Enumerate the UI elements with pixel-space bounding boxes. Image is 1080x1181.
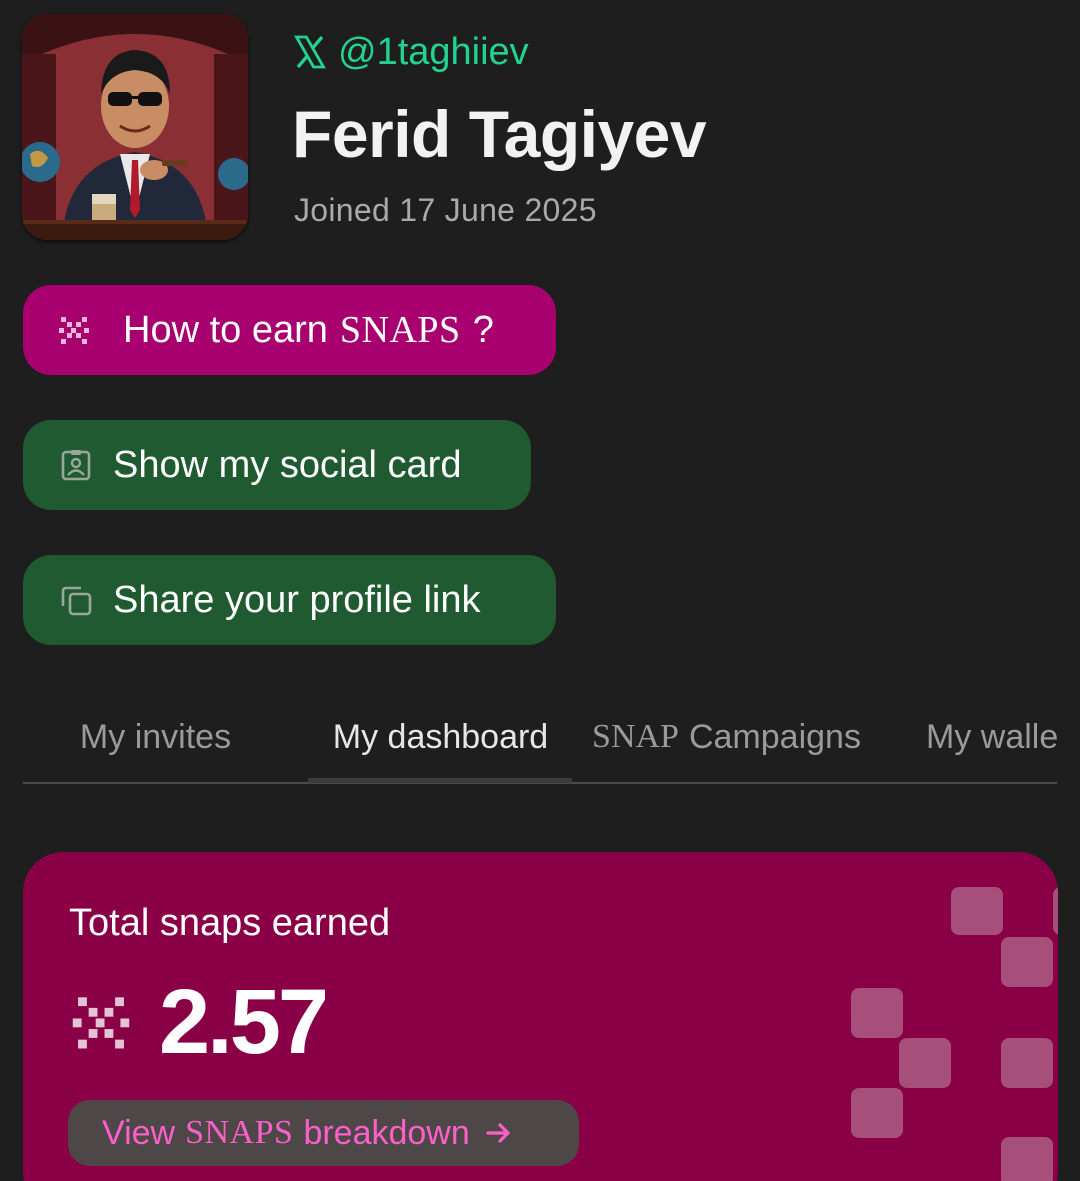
tab-bar: My invites My dashboard SNAP Campaigns M… <box>23 690 1058 784</box>
handle-text: @1taghiiev <box>338 30 529 73</box>
view-snaps-breakdown-button[interactable]: View SNAPS breakdown <box>68 1100 579 1166</box>
tab-my-wallet[interactable]: My walle <box>926 690 1058 784</box>
user-avatar-illustration <box>22 14 248 240</box>
profile-name: Ferid Tagiyev <box>292 97 707 171</box>
snaps-logo-icon <box>59 317 89 344</box>
social-card-label: Show my social card <box>113 443 462 486</box>
earn-suffix: ? <box>472 308 494 351</box>
tab-snap-campaigns[interactable]: SNAP Campaigns <box>589 690 864 784</box>
total-snaps-value: 2.57 <box>159 970 329 1073</box>
share-profile-link-button[interactable]: Share your profile link <box>23 555 556 645</box>
card-title: Total snaps earned <box>69 902 391 944</box>
snaps-logo-icon <box>72 997 130 1049</box>
profile-page: @1taghiiev Ferid Tagiyev Joined 17 June … <box>0 0 1080 1181</box>
tab-label: Campaigns <box>688 717 861 756</box>
earn-brand: SNAPS <box>339 309 461 351</box>
breakdown-prefix: View <box>102 1113 176 1152</box>
joined-date: Joined 17 June 2025 <box>294 192 597 228</box>
breakdown-suffix: breakdown <box>303 1113 470 1152</box>
tab-brand: SNAP <box>592 718 679 755</box>
x-logo-icon <box>294 35 326 69</box>
tab-label: My dashboard <box>332 717 549 756</box>
show-social-card-button[interactable]: Show my social card <box>23 420 531 510</box>
avatar[interactable] <box>22 14 248 240</box>
share-label: Share your profile link <box>113 578 481 621</box>
tab-my-dashboard[interactable]: My dashboard <box>323 690 558 784</box>
x-handle[interactable]: @1taghiiev <box>292 30 529 74</box>
breakdown-brand: SNAPS <box>185 1114 294 1151</box>
tab-my-invites[interactable]: My invites <box>73 690 238 784</box>
arrow-right-icon <box>486 1123 510 1143</box>
total-snaps-row: 2.57 <box>71 970 329 1073</box>
total-snaps-card: Total snaps earned 2.57 View SNAPS break… <box>23 852 1058 1181</box>
how-to-earn-button[interactable]: How to earn SNAPS ? <box>23 285 556 375</box>
id-badge-icon <box>61 450 91 481</box>
tab-label: My invites <box>79 717 232 756</box>
copy-icon <box>61 586 92 616</box>
active-tab-indicator <box>308 778 572 783</box>
earn-prefix: How to earn <box>123 308 328 351</box>
tab-label: My walle <box>926 717 1058 756</box>
